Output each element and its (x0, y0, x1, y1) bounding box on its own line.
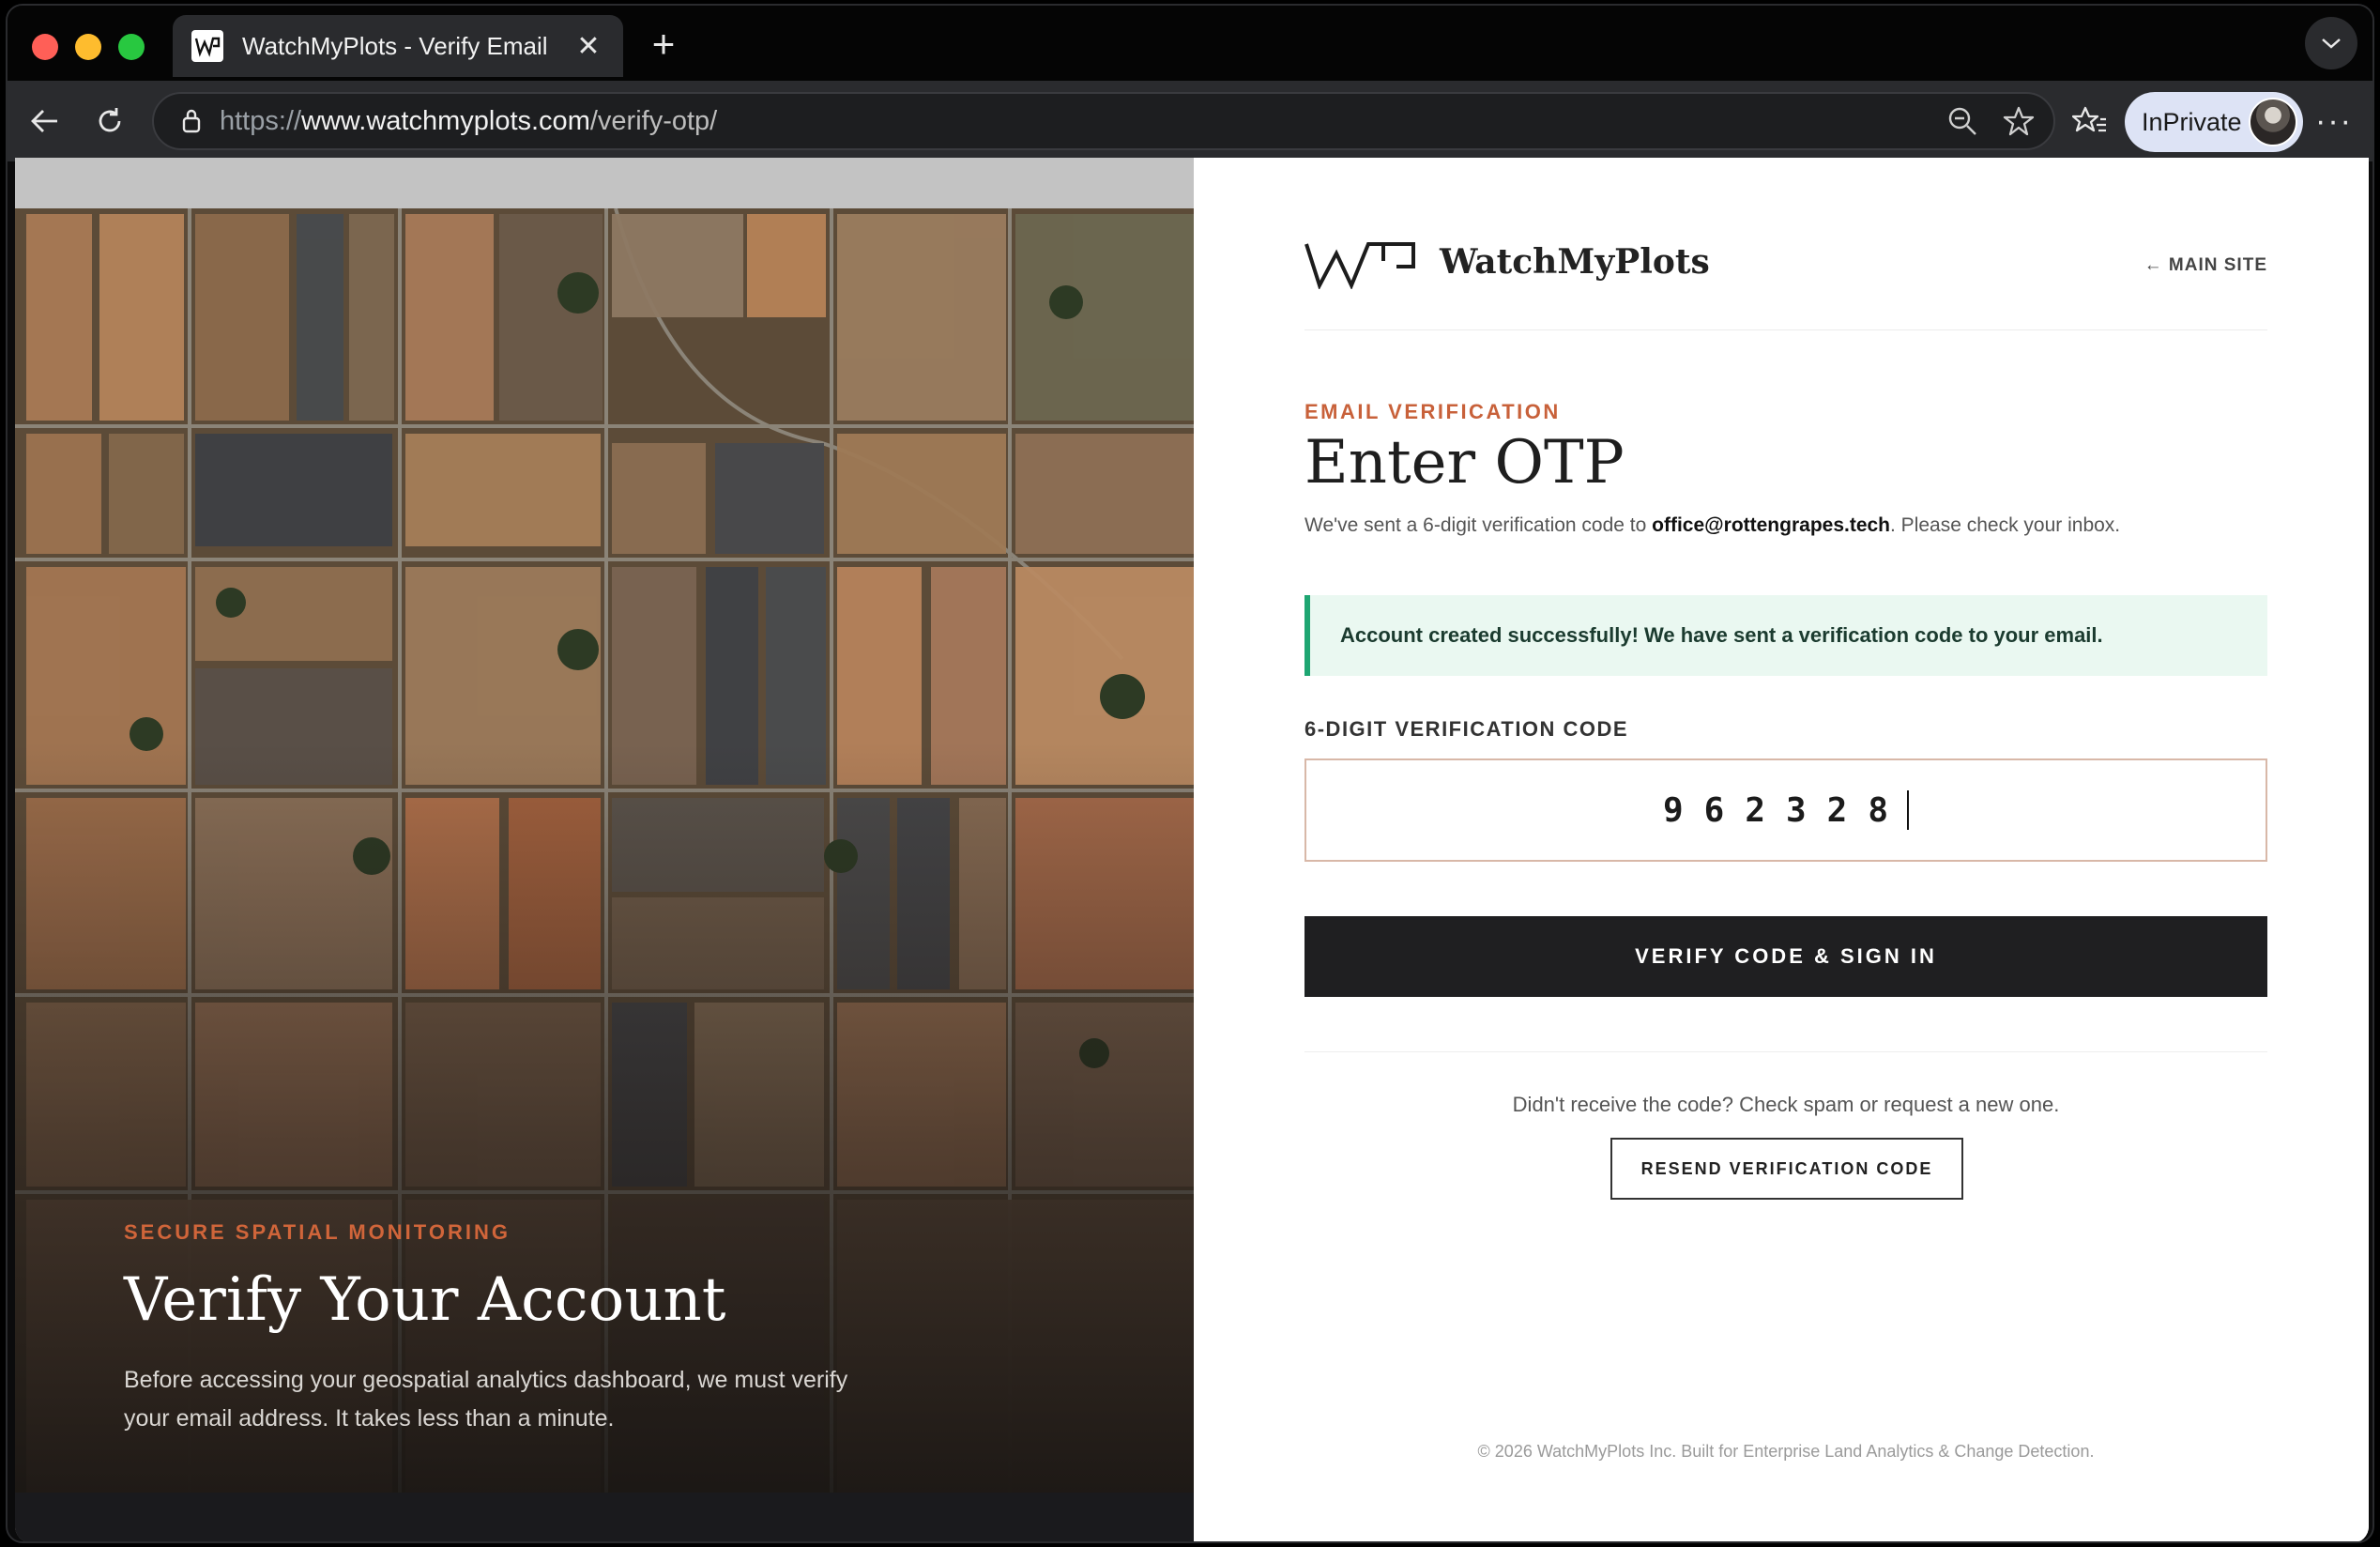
url-text[interactable]: https://www.watchmyplots.com/verify-otp/ (220, 106, 717, 137)
tab-title: WatchMyPlots - Verify Email (242, 31, 548, 60)
inprivate-label: InPrivate (2142, 107, 2242, 136)
page-content: SECURE SPATIAL MONITORING Verify Your Ac… (15, 158, 2369, 1541)
hero-title: Verify Your Account (124, 1265, 726, 1335)
hero-panel: SECURE SPATIAL MONITORING Verify Your Ac… (15, 158, 1194, 1541)
tab-menu-chevron-icon[interactable] (2305, 17, 2357, 69)
page-title: Enter OTP (1304, 428, 1625, 498)
zoom-out-icon[interactable] (1943, 101, 1982, 141)
favorites-list-icon[interactable] (2067, 98, 2113, 145)
form-subtext: We've sent a 6-digit verification code t… (1304, 514, 2120, 537)
profile-avatar[interactable] (2249, 98, 2297, 146)
back-arrow-icon[interactable] (21, 98, 68, 145)
hero-bottom-strip (15, 1493, 1194, 1541)
form-kicker: EMAIL VERIFICATION (1304, 400, 1561, 423)
recipient-email: office@rottengrapes.tech (1652, 514, 1891, 536)
resend-button-label: RESEND VERIFICATION CODE (1640, 1158, 1933, 1178)
favicon-icon (191, 30, 223, 62)
verify-button-label: VERIFY CODE & SIGN IN (1635, 944, 1937, 968)
reload-icon[interactable] (86, 98, 133, 145)
brand-name[interactable]: WatchMyPlots (1440, 242, 1710, 282)
verify-sign-in-button[interactable]: VERIFY CODE & SIGN IN (1304, 916, 2267, 997)
code-field-label: 6-DIGIT VERIFICATION CODE (1304, 717, 1629, 741)
url-scheme: https:// (220, 105, 302, 136)
more-options-icon[interactable]: ··· (2311, 98, 2357, 145)
address-bar[interactable]: https://www.watchmyplots.com/verify-otp/ (152, 92, 2055, 150)
favorite-star-icon[interactable] (1999, 101, 2038, 141)
tab-active[interactable]: WatchMyPlots - Verify Email ✕ (173, 15, 623, 77)
watchmyplots-logo[interactable] (1304, 240, 1417, 289)
subtext-after: . Please check your inbox. (1890, 514, 2121, 536)
divider (1304, 1051, 2267, 1052)
maximize-window-button[interactable] (118, 34, 145, 60)
resend-help-text: Didn't receive the code? Check spam or r… (1512, 1093, 2060, 1116)
otp-code-value: 962328 (1662, 790, 1910, 830)
browser-window: WatchMyPlots - Verify Email ✕ + https://… (6, 4, 2374, 1543)
resend-code-button[interactable]: RESEND VERIFICATION CODE (1610, 1138, 1963, 1200)
success-alert: Account created successfully! We have se… (1304, 595, 2267, 676)
footer-copyright: © 2026 WatchMyPlots Inc. Built for Enter… (1477, 1442, 2095, 1461)
brand-header: WatchMyPlots ← MAIN SITE (1304, 240, 2267, 330)
hero-description: Before accessing your geospatial analyti… (124, 1367, 848, 1432)
tab-close-icon[interactable]: ✕ (572, 30, 604, 63)
new-tab-icon[interactable]: + (642, 22, 685, 66)
main-site-link[interactable]: ← MAIN SITE (2144, 255, 2267, 276)
minimize-window-button[interactable] (75, 34, 101, 60)
inprivate-badge[interactable]: InPrivate (2125, 92, 2303, 152)
text-caret (1907, 790, 1910, 830)
otp-code-input[interactable]: 962328 (1304, 758, 2267, 862)
hero-kicker: SECURE SPATIAL MONITORING (124, 1220, 511, 1244)
subtext-before: We've sent a 6-digit verification code t… (1304, 514, 1653, 536)
verification-panel: WatchMyPlots ← MAIN SITE EMAIL VERIFICAT… (1194, 158, 2369, 1541)
browser-toolbar: https://www.watchmyplots.com/verify-otp/… (8, 81, 2372, 161)
url-host: www.watchmyplots.com (301, 105, 590, 136)
hero-text: SECURE SPATIAL MONITORING Verify Your Ac… (124, 1220, 969, 1438)
close-window-button[interactable] (32, 34, 58, 60)
url-path: /verify-otp/ (589, 105, 718, 136)
hero-top-strip (15, 158, 1194, 208)
tab-bar: WatchMyPlots - Verify Email ✕ + (8, 6, 2372, 81)
lock-icon[interactable] (175, 104, 208, 138)
success-alert-text: Account created successfully! We have se… (1340, 623, 2103, 647)
